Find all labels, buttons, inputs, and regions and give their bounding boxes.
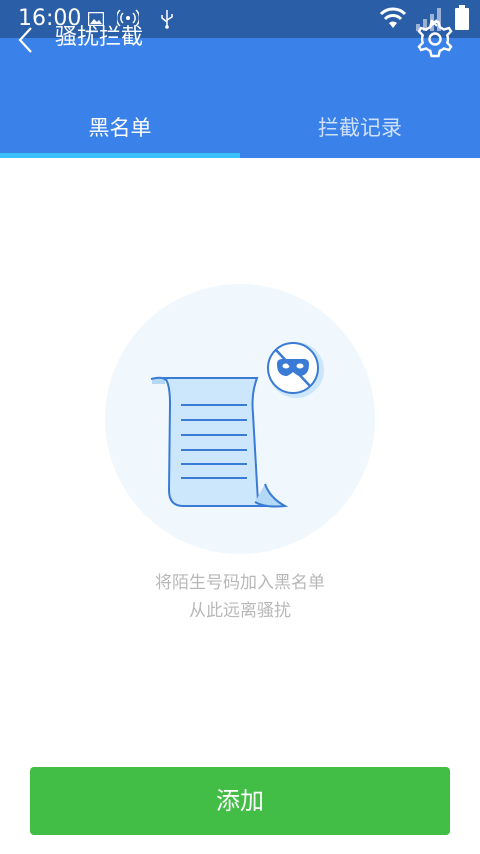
empty-hint-line2: 从此远离骚扰 xyxy=(189,601,291,621)
tab-bar: 黑名单 拦截记录 xyxy=(0,98,480,158)
back-icon[interactable] xyxy=(12,26,40,54)
wifi-icon xyxy=(379,7,407,28)
tab-blacklist[interactable]: 黑名单 xyxy=(0,98,240,158)
settings-gear-icon[interactable] xyxy=(414,18,456,60)
usb-icon xyxy=(161,10,173,29)
blocked-list-scroll-icon xyxy=(105,284,375,554)
page-title: 骚扰拦截 xyxy=(55,25,144,50)
battery-icon xyxy=(455,5,469,30)
tab-intercept-records[interactable]: 拦截记录 xyxy=(240,98,480,158)
tab-indicator xyxy=(0,153,240,158)
add-button[interactable]: 添加 xyxy=(30,767,450,835)
empty-hint-line1: 将陌生号码加入黑名单 xyxy=(155,573,325,593)
